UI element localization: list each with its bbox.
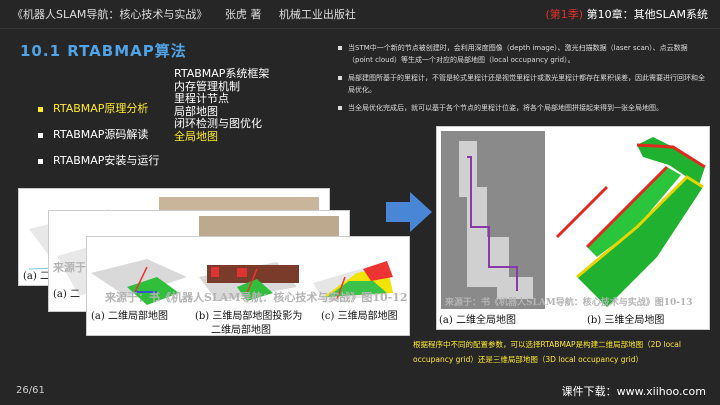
- figure-watermark: 来源于：书《机器人SLAM导航：核心技术与实战》图10-13: [445, 298, 693, 308]
- bullet-item: 当STM中一个新的节点被创建时，会利用深度图像（depth image）、激光扫…: [338, 42, 710, 66]
- header-bar: 《机器人SLAM导航：核心技术与实战》 张虎 著 机械工业出版社: [12, 6, 370, 22]
- page-number: 26/61: [16, 385, 45, 396]
- bullet-square-icon: [38, 106, 43, 112]
- subtopic-item[interactable]: 里程计节点: [174, 92, 269, 106]
- publisher: 机械工业出版社: [278, 8, 356, 21]
- header-divider: [0, 28, 720, 29]
- caption-3d-projected-2: 二维局部地图: [211, 325, 271, 336]
- bullet-item: 当全局优化完成后，就可以基于各个节点的里程计位姿，将各个局部地图拼接起来得到一张…: [338, 102, 710, 114]
- menu-item-source[interactable]: RTABMAP源码解读: [38, 126, 148, 142]
- menu-label: RTABMAP源码解读: [53, 128, 149, 141]
- subtopic-item[interactable]: 闭环检测与图优化: [174, 117, 269, 131]
- subtopic-list: RTABMAP系统框架 内存管理机制 里程计节点 局部地图 闭环检测与图优化 全…: [174, 67, 269, 144]
- section-title: 10.1 RTABMAP算法: [20, 42, 187, 60]
- book-title: 《机器人SLAM导航：核心技术与实战》: [12, 8, 208, 21]
- bullet-square-icon: [38, 158, 43, 164]
- bullet-item: 局部建图所基于的里程计，不管是轮式里程计还是视觉里程计或激光里程计都存在累积误差…: [338, 72, 710, 96]
- menu-label: RTABMAP安装与运行: [53, 154, 160, 167]
- bullet-list: 当STM中一个新的节点被创建时，会利用深度图像（depth image）、激光扫…: [338, 42, 710, 120]
- figure-global-maps: 来源于：书《机器人SLAM导航：核心技术与实战》图10-13 (a) 二维全局地…: [436, 126, 710, 330]
- figure-local-maps: 来源于：书《机器人SLAM导航：核心技术与实战》图10-12 (a) 二维局部地…: [86, 236, 410, 336]
- caption-2d-global: (a) 二维全局地图: [439, 315, 516, 326]
- caption-3d-global: (b) 三维全局地图: [587, 315, 665, 326]
- subtopic-item[interactable]: RTABMAP系统框架: [174, 67, 269, 81]
- back-caption: (a) 二: [23, 271, 50, 282]
- config-note: 根据程序中不同的配置参数，可以选择RTABMAP是构建二维局部地图（2D loc…: [413, 340, 681, 364]
- download-link[interactable]: 课件下载：www.xiihoo.com: [562, 383, 706, 399]
- chapter-label: 第10章：其他SLAM系统: [586, 8, 708, 21]
- bullet-square-icon: [38, 132, 43, 138]
- author: 张虎 著: [224, 8, 262, 21]
- menu-label: RTABMAP原理分析: [53, 102, 149, 115]
- episode-label: (第1季): [545, 8, 584, 21]
- menu-item-install[interactable]: RTABMAP安装与运行: [38, 152, 159, 168]
- menu-item-principle[interactable]: RTABMAP原理分析: [38, 100, 148, 116]
- caption-3d-projected: (b) 三维局部地图投影为: [195, 311, 303, 322]
- right-arrow-icon: [386, 192, 432, 232]
- chapter-info: (第1季) 第10章：其他SLAM系统: [546, 6, 708, 22]
- caption-3d-local: (c) 三维局部地图: [321, 311, 398, 322]
- figure-watermark: 来源于：书《机器人SLAM导航：核心技术与实战》图10-12: [105, 291, 408, 304]
- subtopic-item-active[interactable]: 全局地图: [174, 130, 269, 144]
- caption-2d-local: (a) 二维局部地图: [91, 311, 168, 322]
- back-caption: (a) 二: [53, 289, 80, 300]
